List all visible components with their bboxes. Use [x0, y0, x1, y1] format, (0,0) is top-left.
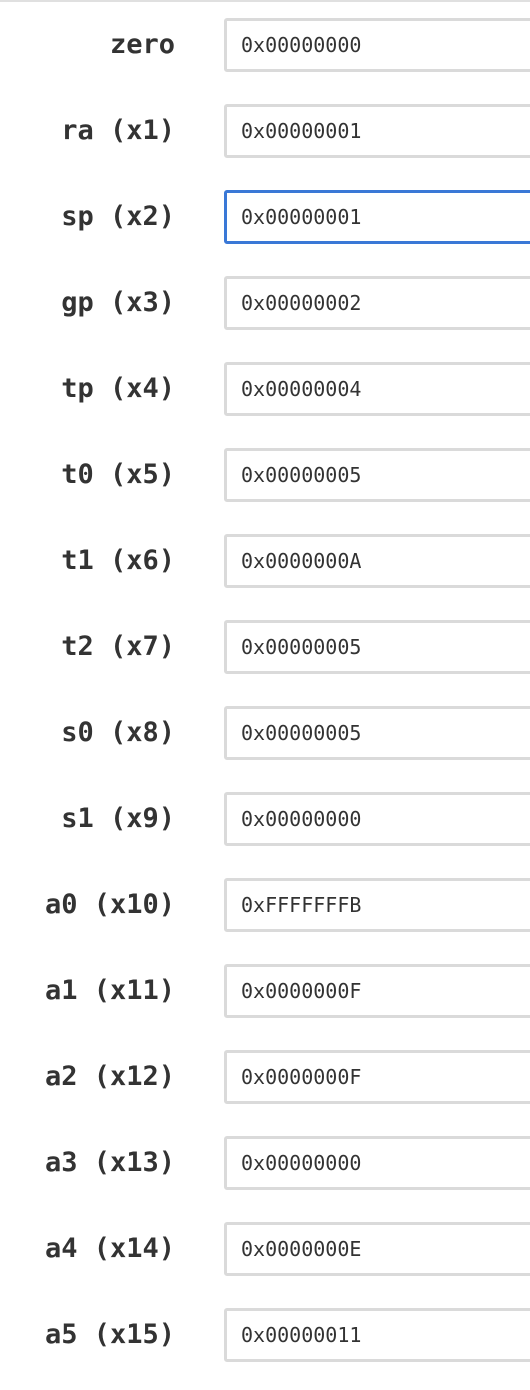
- register-value-input[interactable]: [224, 1050, 530, 1104]
- register-row-gp: gp (x3): [0, 276, 530, 330]
- register-label: s0 (x8): [61, 717, 175, 748]
- register-value-input[interactable]: [224, 964, 530, 1018]
- register-label: sp (x2): [61, 201, 175, 232]
- register-label: a2 (x12): [44, 1061, 175, 1092]
- register-row-t0: t0 (x5): [0, 448, 530, 502]
- register-value-input[interactable]: [224, 362, 530, 416]
- register-row-sp: sp (x2): [0, 190, 530, 244]
- register-label: t2 (x7): [61, 631, 175, 662]
- register-value-input[interactable]: [224, 1136, 530, 1190]
- register-row-a5: a5 (x15): [0, 1308, 530, 1362]
- register-row-a0: a0 (x10): [0, 878, 530, 932]
- register-row-ra: ra (x1): [0, 104, 530, 158]
- register-label: a5 (x15): [44, 1319, 175, 1350]
- register-row-zero: zero: [0, 18, 530, 72]
- register-value-input[interactable]: [224, 104, 530, 158]
- register-value-input[interactable]: [224, 792, 530, 846]
- register-label: t1 (x6): [61, 545, 175, 576]
- register-label: a1 (x11): [44, 975, 175, 1006]
- register-row-t1: t1 (x6): [0, 534, 530, 588]
- register-row-a1: a1 (x11): [0, 964, 530, 1018]
- register-row-t2: t2 (x7): [0, 620, 530, 674]
- register-value-input[interactable]: [224, 1222, 530, 1276]
- register-label: zero: [109, 29, 175, 60]
- register-label: s1 (x9): [61, 803, 175, 834]
- register-label: a0 (x10): [44, 889, 175, 920]
- register-value-input[interactable]: [224, 18, 530, 72]
- register-value-input[interactable]: [224, 534, 530, 588]
- register-row-s1: s1 (x9): [0, 792, 530, 846]
- register-row-a3: a3 (x13): [0, 1136, 530, 1190]
- register-row-tp: tp (x4): [0, 362, 530, 416]
- register-value-input[interactable]: [224, 1308, 530, 1362]
- register-value-input[interactable]: [224, 878, 530, 932]
- register-row-s0: s0 (x8): [0, 706, 530, 760]
- register-value-input[interactable]: [224, 190, 530, 244]
- top-border: [0, 0, 530, 2]
- register-value-input[interactable]: [224, 620, 530, 674]
- register-row-a4: a4 (x14): [0, 1222, 530, 1276]
- register-value-input[interactable]: [224, 448, 530, 502]
- register-label: t0 (x5): [61, 459, 175, 490]
- register-value-input[interactable]: [224, 276, 530, 330]
- register-label: ra (x1): [61, 115, 175, 146]
- register-row-a2: a2 (x12): [0, 1050, 530, 1104]
- register-label: a3 (x13): [44, 1147, 175, 1178]
- register-value-input[interactable]: [224, 706, 530, 760]
- register-label: gp (x3): [61, 287, 175, 318]
- register-label: tp (x4): [61, 373, 175, 404]
- register-label: a4 (x14): [44, 1233, 175, 1264]
